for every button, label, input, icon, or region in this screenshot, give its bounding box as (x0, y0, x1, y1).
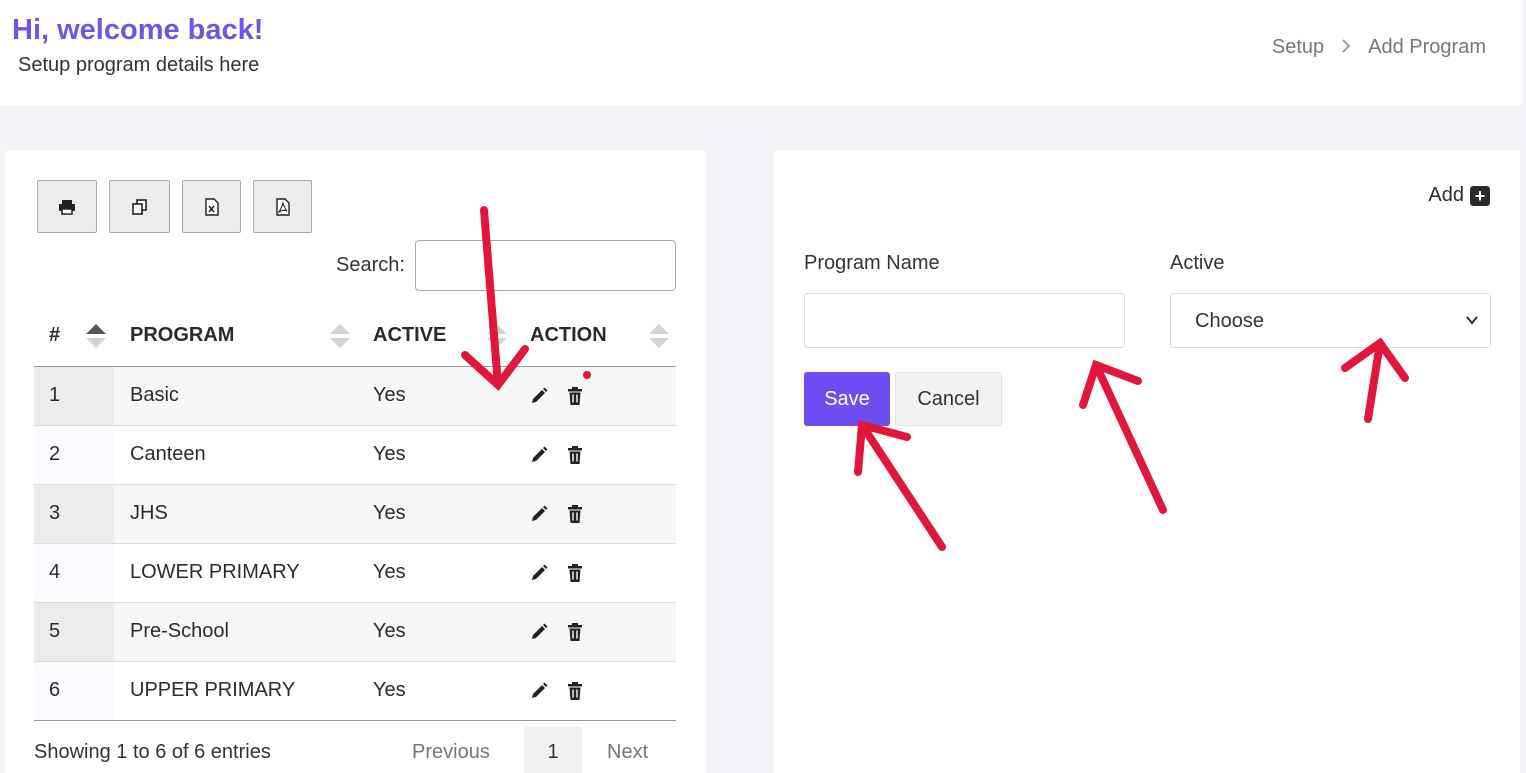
table-info: Showing 1 to 6 of 6 entries (34, 741, 271, 763)
row-active: Yes (373, 502, 406, 524)
table-row: 2 Canteen Yes (34, 426, 676, 485)
row-active: Yes (373, 384, 406, 406)
active-select-value: Choose (1195, 310, 1264, 332)
add-button[interactable]: Add + (1428, 184, 1490, 207)
excel-button[interactable] (182, 180, 241, 233)
row-number: 5 (49, 620, 61, 642)
row-active: Yes (373, 620, 406, 642)
cancel-button[interactable]: Cancel (895, 372, 1002, 426)
row-program: Pre-School (130, 620, 229, 642)
sort-icon[interactable] (328, 322, 352, 350)
row-active: Yes (373, 679, 406, 701)
column-header-number[interactable]: # (49, 324, 60, 347)
row-active: Yes (373, 561, 406, 583)
pencil-icon[interactable] (529, 563, 549, 583)
sort-icon[interactable] (647, 322, 671, 350)
pencil-icon[interactable] (529, 622, 549, 642)
table-row: 5 Pre-School Yes (34, 603, 676, 662)
chevron-down-icon (1466, 316, 1478, 325)
row-number: 2 (49, 443, 61, 465)
pencil-icon[interactable] (529, 445, 549, 465)
chevron-right-icon (1340, 37, 1352, 58)
breadcrumb-add-program: Add Program (1368, 36, 1486, 58)
row-program: UPPER PRIMARY (130, 679, 296, 701)
table-row: 6 UPPER PRIMARY Yes (34, 662, 676, 721)
print-icon (59, 199, 75, 215)
row-program: LOWER PRIMARY (130, 561, 300, 583)
row-number: 6 (49, 679, 61, 701)
row-number: 4 (49, 561, 61, 583)
sort-icon[interactable] (485, 322, 509, 350)
programs-table-card: Search: # PROGRAM ACTIVE ACTION 1 Basic … (5, 150, 706, 773)
trash-icon[interactable] (565, 445, 585, 465)
excel-icon (204, 197, 219, 216)
table-row: 4 LOWER PRIMARY Yes (34, 544, 676, 603)
table-header-row: # PROGRAM ACTIVE ACTION (34, 305, 676, 367)
add-label: Add (1428, 184, 1464, 206)
program-name-label: Program Name (804, 252, 940, 274)
active-select[interactable]: Choose (1170, 293, 1491, 348)
pdf-button[interactable] (253, 180, 312, 233)
pdf-icon (275, 197, 290, 216)
plus-square-icon: + (1470, 185, 1490, 206)
trash-icon[interactable] (565, 622, 585, 642)
programs-table: # PROGRAM ACTIVE ACTION 1 Basic Yes 2 Ca… (34, 305, 676, 721)
column-header-active[interactable]: ACTIVE (373, 324, 446, 347)
trash-icon[interactable] (565, 563, 585, 583)
row-number: 3 (49, 502, 61, 524)
pagination-page-1[interactable]: 1 (524, 726, 582, 773)
table-row: 1 Basic Yes (34, 367, 676, 426)
program-name-input[interactable] (804, 293, 1125, 348)
page-subtitle: Setup program details here (18, 54, 260, 76)
row-program: Basic (130, 384, 179, 406)
sort-asc-icon[interactable] (84, 322, 108, 350)
copy-icon (131, 198, 147, 215)
row-active: Yes (373, 443, 406, 465)
pencil-icon[interactable] (529, 386, 549, 406)
trash-icon[interactable] (565, 386, 585, 406)
trash-icon[interactable] (565, 504, 585, 524)
search-label: Search: (336, 254, 405, 276)
pagination-previous[interactable]: Previous (412, 741, 490, 764)
row-program: Canteen (130, 443, 206, 465)
copy-button[interactable] (109, 180, 170, 233)
breadcrumb-setup[interactable]: Setup (1272, 36, 1324, 59)
active-label: Active (1170, 252, 1225, 274)
save-button[interactable]: Save (804, 372, 890, 426)
row-program: JHS (130, 502, 168, 524)
print-button[interactable] (37, 180, 97, 233)
welcome-heading: Hi, welcome back! (12, 14, 264, 46)
page-header: Hi, welcome back! Setup program details … (0, 0, 1522, 105)
trash-icon[interactable] (565, 681, 585, 701)
pagination-next[interactable]: Next (607, 741, 648, 764)
column-header-action[interactable]: ACTION (530, 324, 607, 347)
pencil-icon[interactable] (529, 681, 549, 701)
breadcrumb: Setup Add Program (1272, 36, 1486, 59)
add-program-card: Add + Program Name Active Choose Save Ca… (774, 150, 1520, 773)
column-header-program[interactable]: PROGRAM (130, 324, 234, 347)
search-input[interactable] (415, 240, 676, 291)
row-number: 1 (49, 384, 61, 406)
table-row: 3 JHS Yes (34, 485, 676, 544)
pencil-icon[interactable] (529, 504, 549, 524)
